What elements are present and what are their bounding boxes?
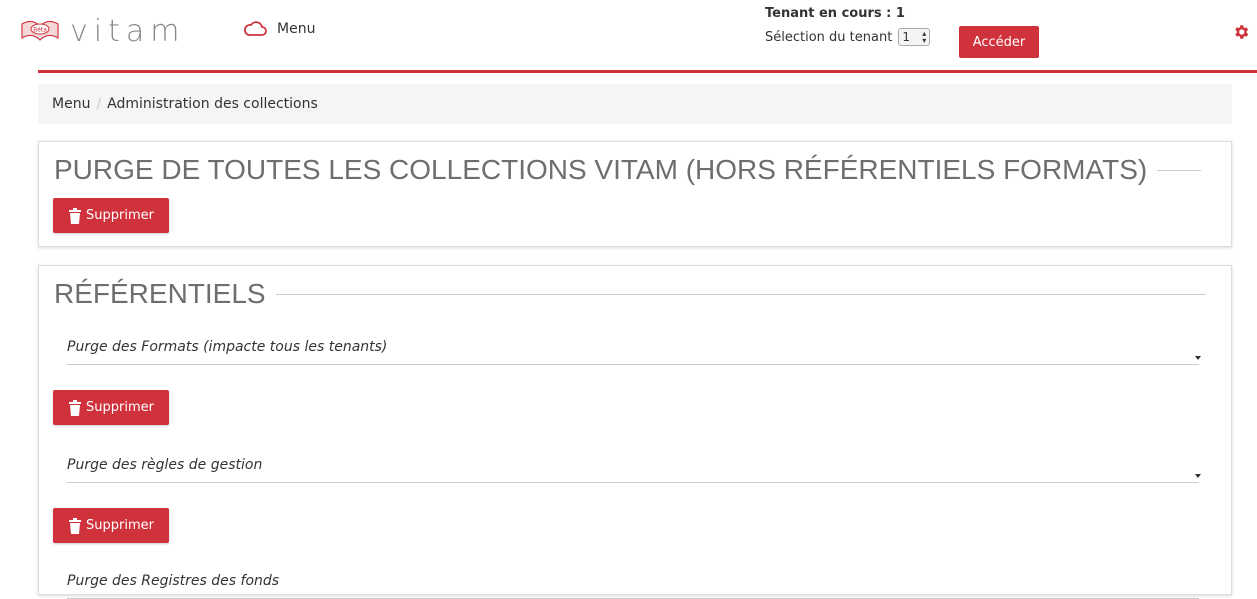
tenant-current-text: Tenant en cours : 1: [765, 6, 905, 21]
trash-icon: [69, 399, 82, 416]
access-button[interactable]: Accéder: [959, 26, 1039, 58]
header-divider: [38, 70, 1257, 73]
spinner-icon: ▴ ▾: [922, 29, 927, 45]
svg-text:Bêta: Bêta: [33, 27, 47, 34]
trash-icon: [69, 207, 82, 224]
delete-button-label: Supprimer: [86, 400, 154, 415]
menu-label: Menu: [277, 21, 316, 37]
logo-book-icon: Bêta: [21, 20, 59, 41]
referentiels-title-row: RÉFÉRENTIELS: [54, 278, 1206, 310]
delete-all-button[interactable]: Supprimer: [53, 198, 169, 233]
dropdown-label: Purge des Formats (impacte tous les tena…: [67, 339, 388, 355]
dropdown-label: Purge des règles de gestion: [67, 457, 263, 473]
gear-icon[interactable]: [1232, 23, 1250, 41]
cloud-icon: [244, 21, 267, 36]
breadcrumb-separator: /: [96, 96, 102, 112]
app-header: Bêta vitam Menu Tenant en cours : 1 Séle…: [0, 0, 1257, 70]
purge-all-title-row: PURGE DE TOUTES LES COLLECTIONS VITAM (H…: [54, 154, 1202, 186]
title-rule: [275, 293, 1206, 295]
menu-button[interactable]: Menu: [243, 21, 315, 37]
title-rule: [1157, 169, 1202, 171]
delete-button-label: Supprimer: [86, 208, 154, 223]
referentiels-panel: RÉFÉRENTIELS Purge des Formats (impacte …: [38, 265, 1232, 599]
delete-button-label: Supprimer: [86, 518, 154, 533]
delete-rules-button[interactable]: Supprimer: [53, 508, 169, 543]
formats-purge-dropdown[interactable]: Purge des Formats (impacte tous les tena…: [67, 332, 1201, 365]
chevron-down-icon: [1195, 356, 1201, 360]
tenant-selection-label: Sélection du tenant: [765, 29, 893, 45]
breadcrumb-item-current: Administration des collections: [107, 96, 318, 112]
chevron-down-icon: [1195, 474, 1201, 478]
breadcrumb-item-menu[interactable]: Menu: [52, 96, 90, 112]
dropdown-label: Purge des Registres des fonds: [67, 573, 280, 589]
delete-formats-button[interactable]: Supprimer: [53, 390, 169, 425]
logo-text: vitam: [70, 14, 186, 49]
tenant-current: Tenant en cours : 1: [765, 6, 905, 21]
purge-all-panel: PURGE DE TOUTES LES COLLECTIONS VITAM (H…: [38, 141, 1232, 247]
tenant-select-value: 1: [902, 30, 910, 44]
rules-purge-dropdown[interactable]: Purge des règles de gestion: [67, 450, 1201, 483]
breadcrumb: Menu / Administration des collections: [38, 84, 1232, 124]
panel-title: PURGE DE TOUTES LES COLLECTIONS VITAM (H…: [54, 154, 1148, 185]
tenant-selection: Sélection du tenant 1 ▴ ▾: [765, 28, 931, 46]
tenant-select[interactable]: 1 ▴ ▾: [898, 28, 931, 46]
trash-icon: [69, 517, 82, 534]
panel-title: RÉFÉRENTIELS: [54, 278, 266, 309]
